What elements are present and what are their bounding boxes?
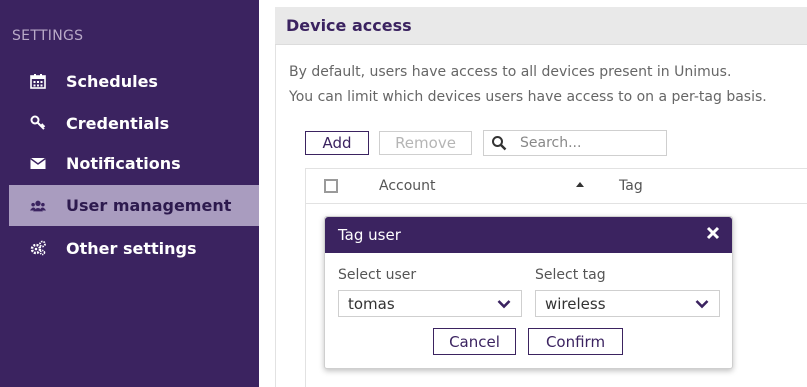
sidebar: SETTINGS Schedules Credentials Notificat… xyxy=(0,0,259,387)
sidebar-item-notifications[interactable]: Notifications xyxy=(9,143,259,183)
sidebar-heading: SETTINGS xyxy=(12,28,84,44)
sidebar-item-other-settings[interactable]: Other settings xyxy=(9,228,259,268)
column-header-tag[interactable]: Tag xyxy=(619,178,643,194)
select-tag-value: wireless xyxy=(545,294,606,313)
panel-description-line1: By default, users have access to all dev… xyxy=(289,64,732,80)
tag-user-dialog: Tag user Select user tomas Select tag wi… xyxy=(324,216,733,369)
table-header: Account Tag xyxy=(305,168,807,204)
select-tag-dropdown[interactable]: wireless xyxy=(535,290,720,317)
users-icon xyxy=(29,197,47,215)
sort-ascending-icon[interactable] xyxy=(576,182,584,187)
key-icon xyxy=(29,114,47,132)
search-input[interactable] xyxy=(520,135,660,151)
confirm-button[interactable]: Confirm xyxy=(528,328,623,355)
panel-header: Device access xyxy=(275,7,807,45)
calendar-icon xyxy=(29,72,47,90)
dialog-title: Tag user xyxy=(338,226,401,244)
panel-title: Device access xyxy=(286,16,412,35)
envelope-icon xyxy=(29,154,47,172)
select-user-value: tomas xyxy=(348,294,395,313)
search-box xyxy=(483,130,667,156)
select-user-dropdown[interactable]: tomas xyxy=(338,290,522,317)
gears-icon xyxy=(29,239,47,257)
sidebar-item-schedules[interactable]: Schedules xyxy=(9,61,259,101)
panel-description-line2: You can limit which devices users have a… xyxy=(289,89,767,105)
add-button[interactable]: Add xyxy=(305,131,369,155)
chevron-down-icon xyxy=(695,299,709,308)
table-border xyxy=(305,202,306,387)
cancel-button[interactable]: Cancel xyxy=(433,328,516,355)
chevron-down-icon xyxy=(497,299,511,308)
sidebar-item-label: Other settings xyxy=(66,238,197,258)
column-header-account[interactable]: Account xyxy=(379,178,436,194)
dialog-header: Tag user xyxy=(325,217,732,253)
sidebar-item-label: Credentials xyxy=(66,113,170,133)
sidebar-item-credentials[interactable]: Credentials xyxy=(9,103,259,143)
search-icon xyxy=(492,136,507,151)
select-user-label: Select user xyxy=(338,267,417,283)
sidebar-item-user-management[interactable]: User management xyxy=(9,185,259,226)
sidebar-item-label: User management xyxy=(66,196,232,215)
select-tag-label: Select tag xyxy=(535,267,606,283)
close-icon[interactable] xyxy=(704,224,722,242)
sidebar-item-label: Notifications xyxy=(66,153,181,173)
remove-button[interactable]: Remove xyxy=(379,131,472,155)
sidebar-item-label: Schedules xyxy=(66,71,158,91)
select-all-checkbox[interactable] xyxy=(324,179,338,193)
